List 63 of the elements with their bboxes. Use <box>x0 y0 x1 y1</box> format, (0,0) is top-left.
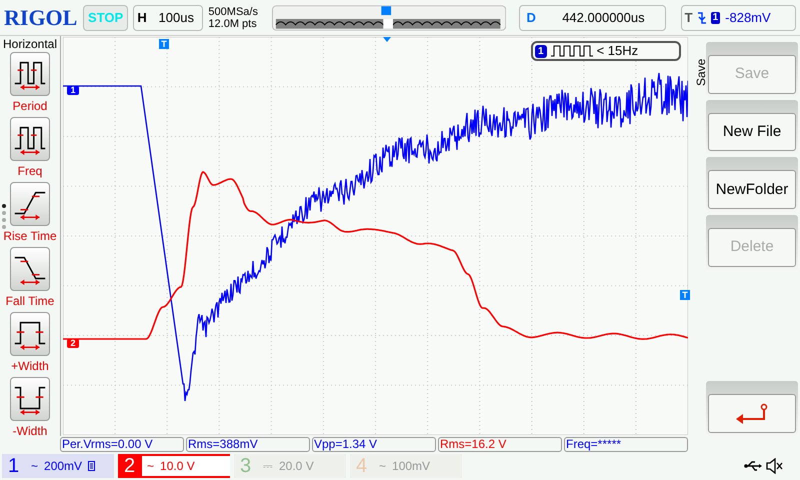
delay-field[interactable]: D 442.000000us <box>519 4 666 30</box>
delay-value: 442.000000us <box>561 8 646 27</box>
menu-label: Freq <box>18 163 42 180</box>
coupling-symbol: ~ <box>379 458 386 475</box>
coupling-symbol: ~ <box>31 458 38 475</box>
trigger-pointer <box>383 37 391 42</box>
measure-button[interactable] <box>10 52 50 96</box>
return-arrow-icon <box>734 402 770 425</box>
square-wave-icon <box>550 45 593 57</box>
measure-button[interactable] <box>10 377 50 421</box>
channel-marker[interactable]: 2 <box>67 339 79 348</box>
usb-icon <box>744 461 762 471</box>
channel-tab[interactable]: 2 ~ 10.0 V <box>118 454 230 478</box>
measurement-readout: Rms=388mV <box>186 437 310 452</box>
trigger-marker[interactable]: T <box>159 39 169 49</box>
channel-number: 2 <box>124 454 136 479</box>
channel-scale: 10.0 V <box>160 458 195 475</box>
menu-label: -Width <box>12 423 48 440</box>
menu-label: +Width <box>11 358 49 375</box>
menu-label: Period <box>12 98 48 115</box>
muted-speaker-icon <box>766 458 784 474</box>
falling-edge-icon <box>698 12 706 24</box>
timebase-label: H <box>136 8 148 27</box>
measurement-readout: Per.Vrms=0.00 V <box>60 437 184 452</box>
channel-tab[interactable]: 1 ~ 200mV <box>2 454 114 478</box>
menu-label: Rise Time <box>3 228 57 245</box>
measure-button[interactable] <box>10 182 50 226</box>
measure-button[interactable] <box>10 312 50 356</box>
channel-number: 4 <box>356 454 368 479</box>
trigger-level: -828mV <box>725 8 771 27</box>
coupling-symbol: ~ <box>147 458 154 475</box>
channel-number: 1 <box>8 454 20 479</box>
menu-title: Horizontal <box>2 36 58 52</box>
channel-scale: 100mV <box>392 458 430 475</box>
softkey-button[interactable] <box>708 394 796 434</box>
channel-tab[interactable]: 3 ⎓ 20.0 V <box>234 454 346 478</box>
brand-logo: RIGOL <box>4 4 78 32</box>
coupling-symbol: ⎓ <box>263 458 273 475</box>
measurement-readout: Freq=***** <box>564 437 688 452</box>
channel-marker[interactable]: 1 <box>67 86 79 95</box>
measurement-readout: Vpp=1.34 V <box>312 437 436 452</box>
channel-tab[interactable]: 4 ~ 100mV <box>350 454 462 478</box>
timebase-value: 100us <box>158 8 195 27</box>
frequency-reading: < 15Hz <box>596 42 638 60</box>
softkey-button[interactable]: New File <box>708 112 796 152</box>
channel-scale: 20.0 V <box>279 458 314 475</box>
delay-label: D <box>526 8 537 27</box>
menu-title: Save <box>693 58 704 86</box>
sample-rate: 500MSa/s <box>208 6 259 18</box>
trigger-source: 1 <box>710 12 720 24</box>
measurement-readout: Rms=16.2 V <box>438 437 562 452</box>
timebase-field[interactable]: H 100us <box>133 4 204 30</box>
memory-depth: 12.0M pts <box>208 18 258 30</box>
channel-number: 1 <box>535 44 547 58</box>
trigger-field[interactable]: T 1 -828mV <box>680 4 796 30</box>
trigger-marker[interactable]: T <box>680 290 690 300</box>
measure-button[interactable] <box>10 117 50 161</box>
menu-label: Fall Time <box>6 293 54 310</box>
measure-button[interactable] <box>10 247 50 291</box>
channel-scale: 200mV <box>44 458 82 475</box>
channel-number: 3 <box>240 454 252 479</box>
trigger-label: T <box>684 8 693 27</box>
softkey-button[interactable]: NewFolder <box>708 170 796 210</box>
